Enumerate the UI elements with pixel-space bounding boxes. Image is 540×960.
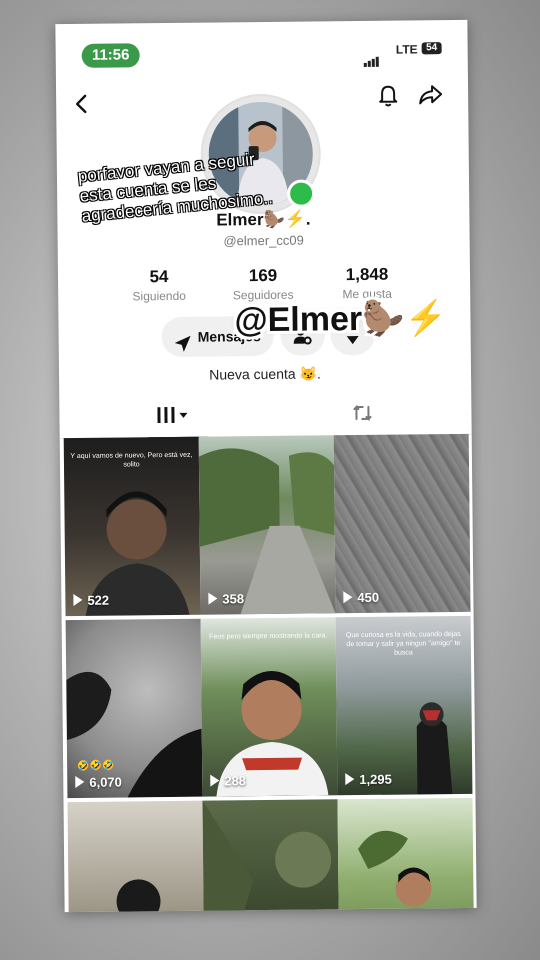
status-bar: 11:56 LTE 54 bbox=[55, 20, 468, 80]
video-tile[interactable]: 🤣🤣🤣 6,070 bbox=[65, 618, 203, 799]
profile-handle: @elmer_cc09 bbox=[223, 232, 304, 249]
video-tile[interactable]: 450 bbox=[333, 433, 471, 614]
battery-icon: 54 bbox=[421, 42, 442, 55]
share-arrow-icon[interactable] bbox=[416, 80, 444, 108]
video-views: 1,295 bbox=[345, 772, 392, 787]
content-tabs bbox=[59, 389, 472, 440]
grid-icon bbox=[157, 406, 197, 428]
video-views-count: 288 bbox=[224, 773, 247, 789]
tab-reposts[interactable] bbox=[341, 391, 385, 435]
stat-following[interactable]: 54 Siguiendo bbox=[114, 267, 204, 304]
play-icon bbox=[75, 775, 85, 789]
back-arrow-icon[interactable] bbox=[68, 90, 96, 118]
stat-label: Siguiendo bbox=[132, 288, 186, 304]
video-tile[interactable] bbox=[337, 797, 475, 913]
video-emojis: 🤣🤣🤣 bbox=[77, 760, 115, 772]
play-icon bbox=[208, 592, 218, 605]
video-views-count: 358 bbox=[222, 591, 245, 607]
video-caption: Que curiosa es la vida, cuando dejas de … bbox=[345, 630, 461, 657]
video-views: 6,070 bbox=[75, 775, 122, 790]
play-icon bbox=[345, 773, 355, 786]
stat-likes[interactable]: 1,848 Me gusta bbox=[322, 264, 412, 301]
video-views-count: 1,295 bbox=[359, 771, 392, 788]
profile-bio: Nueva cuenta 😼. bbox=[209, 365, 321, 383]
stat-followers[interactable]: 169 Seguidores bbox=[218, 266, 308, 303]
video-views: 288 bbox=[210, 773, 246, 788]
play-icon bbox=[343, 591, 353, 604]
video-tile[interactable] bbox=[67, 800, 205, 913]
video-tile[interactable]: Feos pero siempre mostrando la cara. 288 bbox=[200, 617, 338, 797]
video-views-count: 6,070 bbox=[89, 774, 122, 790]
video-tile[interactable]: Que curiosa es la vida, cuando dejas de … bbox=[335, 615, 473, 796]
stat-value: 169 bbox=[248, 265, 278, 286]
send-icon bbox=[174, 328, 192, 368]
video-views: 450 bbox=[343, 590, 379, 605]
video-views: 358 bbox=[208, 591, 244, 606]
video-tile[interactable]: 358 bbox=[198, 435, 336, 615]
video-views-count: 522 bbox=[87, 592, 110, 608]
video-tile[interactable] bbox=[202, 799, 340, 913]
video-tile[interactable]: Y aquí vamos de nuevo, Pero está vez, so… bbox=[63, 436, 201, 617]
mention-sticker: @Elmer🦫⚡ bbox=[234, 299, 447, 340]
network-label: LTE bbox=[395, 42, 418, 57]
play-icon bbox=[73, 593, 83, 607]
repost-icon bbox=[351, 403, 373, 428]
stat-value: 1,848 bbox=[345, 264, 389, 285]
tab-videos[interactable] bbox=[147, 392, 208, 440]
status-time: 11:56 bbox=[81, 43, 140, 68]
bell-icon[interactable] bbox=[374, 81, 402, 109]
phone-screenshot: 11:56 LTE 54 Elmer🦫⚡. @elmer_cc09 54 Sig… bbox=[55, 19, 477, 913]
stat-value: 54 bbox=[149, 267, 169, 287]
play-icon bbox=[210, 774, 220, 787]
video-views-count: 450 bbox=[357, 589, 380, 606]
video-caption: Y aquí vamos de nuevo, Pero está vez, so… bbox=[70, 451, 193, 469]
signal-icon bbox=[363, 49, 380, 67]
video-caption: Feos pero siempre mostrando la cara. bbox=[209, 632, 328, 641]
video-views: 522 bbox=[73, 593, 109, 608]
